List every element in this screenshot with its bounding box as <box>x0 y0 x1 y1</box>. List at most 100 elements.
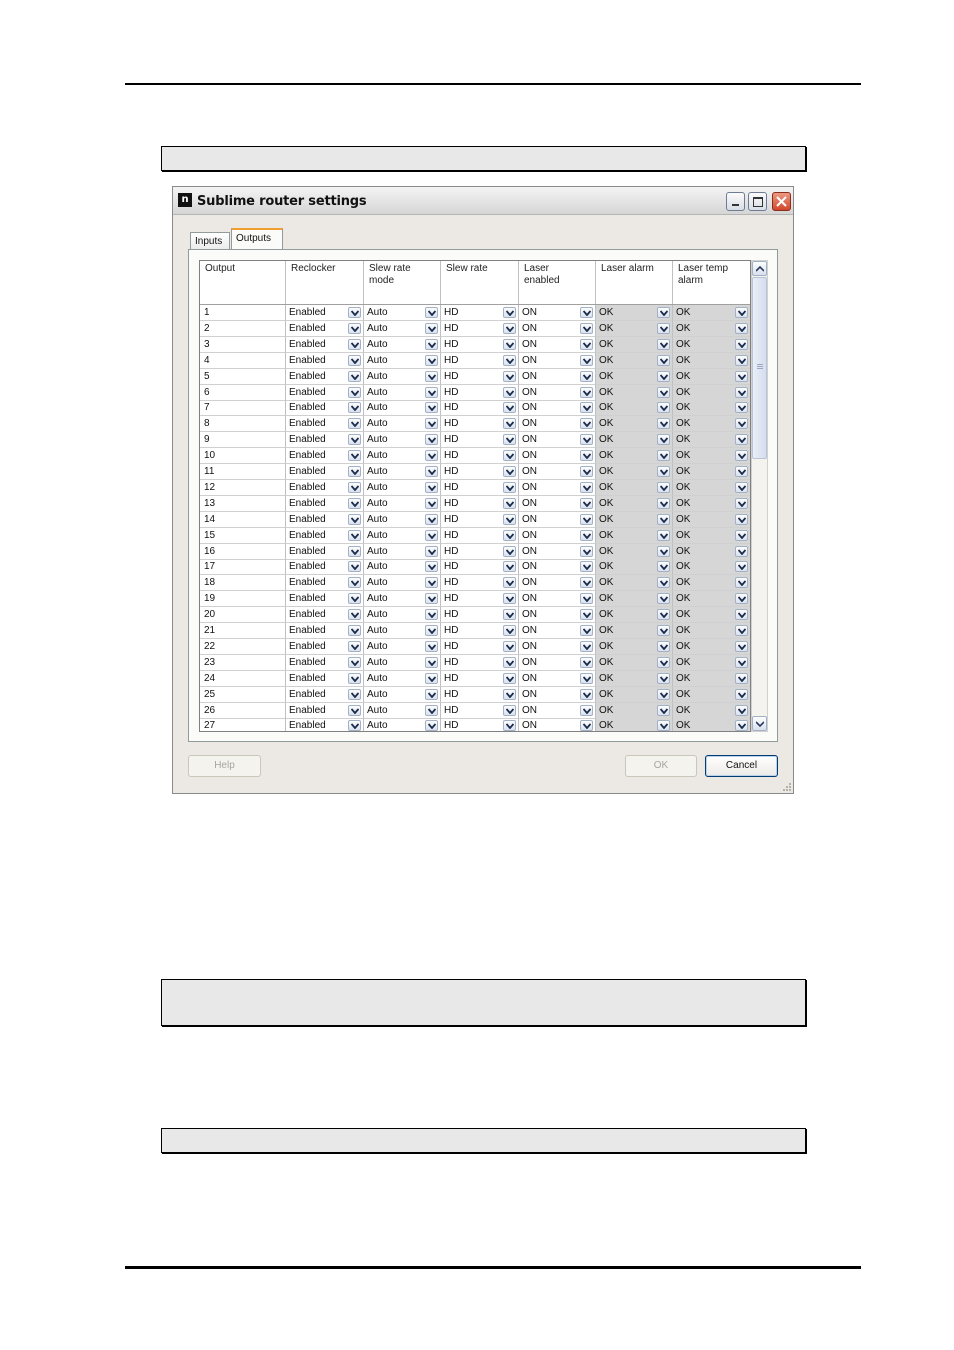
slew-rate-select[interactable]: HD <box>441 591 519 608</box>
minimize-button[interactable] <box>726 192 745 211</box>
close-button[interactable] <box>772 192 791 211</box>
dropdown-arrow-icon[interactable] <box>425 450 438 462</box>
laser-alarm-select[interactable]: OK <box>596 686 673 703</box>
laser-alarm-select[interactable]: OK <box>596 623 673 639</box>
dropdown-arrow-icon[interactable] <box>735 338 748 350</box>
dropdown-arrow-icon[interactable] <box>425 529 438 541</box>
dropdown-arrow-icon[interactable] <box>503 307 516 318</box>
slew-rate-select[interactable]: HD <box>441 559 519 576</box>
dropdown-arrow-icon[interactable] <box>425 354 438 366</box>
laser-alarm-select[interactable]: OK <box>596 336 673 353</box>
dropdown-arrow-icon[interactable] <box>657 561 670 573</box>
laser-alarm-select[interactable]: OK <box>596 416 673 433</box>
dropdown-arrow-icon[interactable] <box>503 625 516 636</box>
dropdown-arrow-icon[interactable] <box>735 370 748 382</box>
cancel-button[interactable]: Cancel <box>705 755 778 777</box>
laser-temp-alarm-select[interactable]: OK <box>673 511 750 528</box>
laser-alarm-select[interactable]: OK <box>596 320 673 337</box>
dropdown-arrow-icon[interactable] <box>735 625 748 636</box>
dropdown-arrow-icon[interactable] <box>657 609 670 621</box>
laser-temp-alarm-select[interactable]: OK <box>673 591 750 608</box>
dropdown-arrow-icon[interactable] <box>425 672 438 684</box>
laser-alarm-select[interactable]: OK <box>596 638 673 655</box>
laser-temp-alarm-select[interactable]: OK <box>673 305 750 321</box>
dropdown-arrow-icon[interactable] <box>425 720 438 731</box>
dropdown-arrow-icon[interactable] <box>503 513 516 525</box>
reclocker-select[interactable]: Enabled <box>286 686 364 703</box>
dropdown-arrow-icon[interactable] <box>348 466 361 477</box>
dropdown-arrow-icon[interactable] <box>735 354 748 366</box>
reclocker-select[interactable]: Enabled <box>286 368 364 385</box>
dropdown-arrow-icon[interactable] <box>503 450 516 462</box>
dropdown-arrow-icon[interactable] <box>580 704 593 716</box>
laser-enabled-select[interactable]: ON <box>519 543 596 560</box>
laser-alarm-select[interactable]: OK <box>596 368 673 385</box>
dropdown-arrow-icon[interactable] <box>425 322 438 334</box>
dropdown-arrow-icon[interactable] <box>580 354 593 366</box>
laser-temp-alarm-select[interactable]: OK <box>673 527 750 544</box>
dropdown-arrow-icon[interactable] <box>735 672 748 684</box>
dropdown-arrow-icon[interactable] <box>503 593 516 605</box>
laser-enabled-select[interactable]: ON <box>519 702 596 719</box>
slew-mode-select[interactable]: Auto <box>364 336 441 353</box>
laser-alarm-select[interactable]: OK <box>596 559 673 576</box>
laser-temp-alarm-select[interactable]: OK <box>673 718 750 731</box>
laser-enabled-select[interactable]: ON <box>519 368 596 385</box>
laser-enabled-select[interactable]: ON <box>519 400 596 417</box>
laser-enabled-select[interactable]: ON <box>519 638 596 655</box>
dropdown-arrow-icon[interactable] <box>348 577 361 589</box>
slew-mode-select[interactable]: Auto <box>364 702 441 719</box>
laser-enabled-select[interactable]: ON <box>519 495 596 512</box>
dropdown-arrow-icon[interactable] <box>425 481 438 493</box>
slew-mode-select[interactable]: Auto <box>364 511 441 528</box>
dropdown-arrow-icon[interactable] <box>580 418 593 430</box>
dropdown-arrow-icon[interactable] <box>580 386 593 398</box>
dropdown-arrow-icon[interactable] <box>735 529 748 541</box>
dropdown-arrow-icon[interactable] <box>503 402 516 414</box>
dropdown-arrow-icon[interactable] <box>735 402 748 414</box>
dropdown-arrow-icon[interactable] <box>735 481 748 493</box>
laser-enabled-select[interactable]: ON <box>519 591 596 608</box>
laser-alarm-select[interactable]: OK <box>596 575 673 592</box>
slew-rate-select[interactable]: HD <box>441 479 519 496</box>
dropdown-arrow-icon[interactable] <box>580 672 593 684</box>
dropdown-arrow-icon[interactable] <box>348 370 361 382</box>
laser-alarm-select[interactable]: OK <box>596 654 673 671</box>
laser-temp-alarm-select[interactable]: OK <box>673 368 750 385</box>
laser-alarm-select[interactable]: OK <box>596 511 673 528</box>
dropdown-arrow-icon[interactable] <box>425 561 438 573</box>
slew-rate-select[interactable]: HD <box>441 432 519 449</box>
dropdown-arrow-icon[interactable] <box>735 450 748 462</box>
dropdown-arrow-icon[interactable] <box>657 307 670 318</box>
dropdown-arrow-icon[interactable] <box>425 704 438 716</box>
slew-rate-select[interactable]: HD <box>441 336 519 353</box>
dropdown-arrow-icon[interactable] <box>503 386 516 398</box>
dropdown-arrow-icon[interactable] <box>657 497 670 509</box>
slew-rate-select[interactable]: HD <box>441 670 519 687</box>
laser-alarm-select[interactable]: OK <box>596 543 673 560</box>
laser-enabled-select[interactable]: ON <box>519 352 596 369</box>
laser-alarm-select[interactable]: OK <box>596 702 673 719</box>
dropdown-arrow-icon[interactable] <box>503 322 516 334</box>
dropdown-arrow-icon[interactable] <box>657 577 670 589</box>
slew-rate-select[interactable]: HD <box>441 384 519 401</box>
laser-temp-alarm-select[interactable]: OK <box>673 607 750 624</box>
laser-temp-alarm-select[interactable]: OK <box>673 495 750 512</box>
dropdown-arrow-icon[interactable] <box>657 656 670 668</box>
dropdown-arrow-icon[interactable] <box>580 322 593 334</box>
dropdown-arrow-icon[interactable] <box>503 529 516 541</box>
slew-mode-select[interactable]: Auto <box>364 384 441 401</box>
laser-temp-alarm-select[interactable]: OK <box>673 432 750 449</box>
slew-rate-select[interactable]: HD <box>441 305 519 321</box>
dropdown-arrow-icon[interactable] <box>580 370 593 382</box>
scroll-thumb[interactable] <box>752 277 767 459</box>
dropdown-arrow-icon[interactable] <box>503 434 516 446</box>
laser-alarm-select[interactable]: OK <box>596 495 673 512</box>
dropdown-arrow-icon[interactable] <box>735 307 748 318</box>
slew-rate-select[interactable]: HD <box>441 368 519 385</box>
column-header-output[interactable]: Output <box>200 261 286 304</box>
dropdown-arrow-icon[interactable] <box>657 434 670 446</box>
laser-temp-alarm-select[interactable]: OK <box>673 400 750 417</box>
dropdown-arrow-icon[interactable] <box>503 704 516 716</box>
dropdown-arrow-icon[interactable] <box>580 307 593 318</box>
